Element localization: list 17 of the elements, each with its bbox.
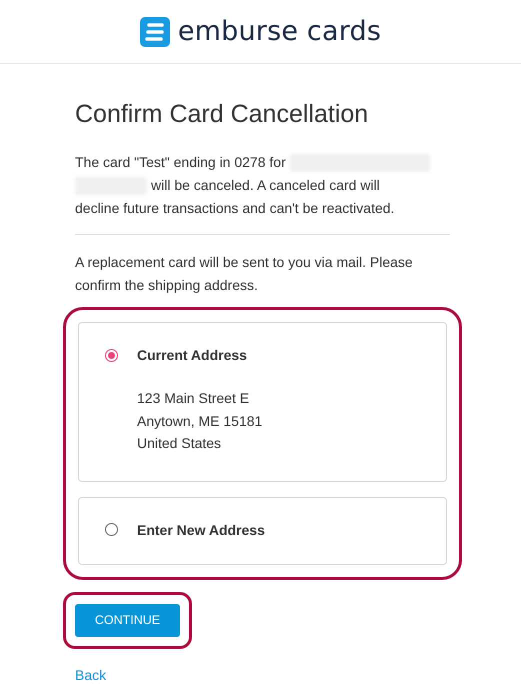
address-line: Anytown, ME 15181: [137, 412, 264, 431]
address-option-card[interactable]: Current Address 123 Main Street E Anytown, ME 15181 United States: [78, 322, 447, 482]
notice-text: The card "Test" ending in 0278 for: [75, 153, 286, 172]
notice-text: will be canceled. A canceled card will: [151, 176, 380, 195]
back-link[interactable]: Back: [75, 666, 106, 682]
notice-text: decline future transactions and can't be reactivated.: [75, 199, 394, 218]
address-option-card[interactable]: Enter New Address: [78, 496, 447, 564]
logo-icon: [140, 16, 170, 46]
page-title: Confirm Card Cancellation: [75, 100, 370, 129]
address-line: 123 Main Street E: [137, 389, 250, 408]
address-line: United States: [137, 434, 222, 453]
radio-button[interactable]: [105, 348, 118, 362]
option-label: Current Address: [137, 347, 247, 363]
radio-button[interactable]: [105, 523, 118, 536]
option-label: Enter New Address: [137, 522, 265, 538]
shipping-prompt: A replacement card will be sent to you via mail. Please confirm the shipping address.: [75, 253, 414, 295]
logo-text: emburse cards: [178, 16, 382, 47]
